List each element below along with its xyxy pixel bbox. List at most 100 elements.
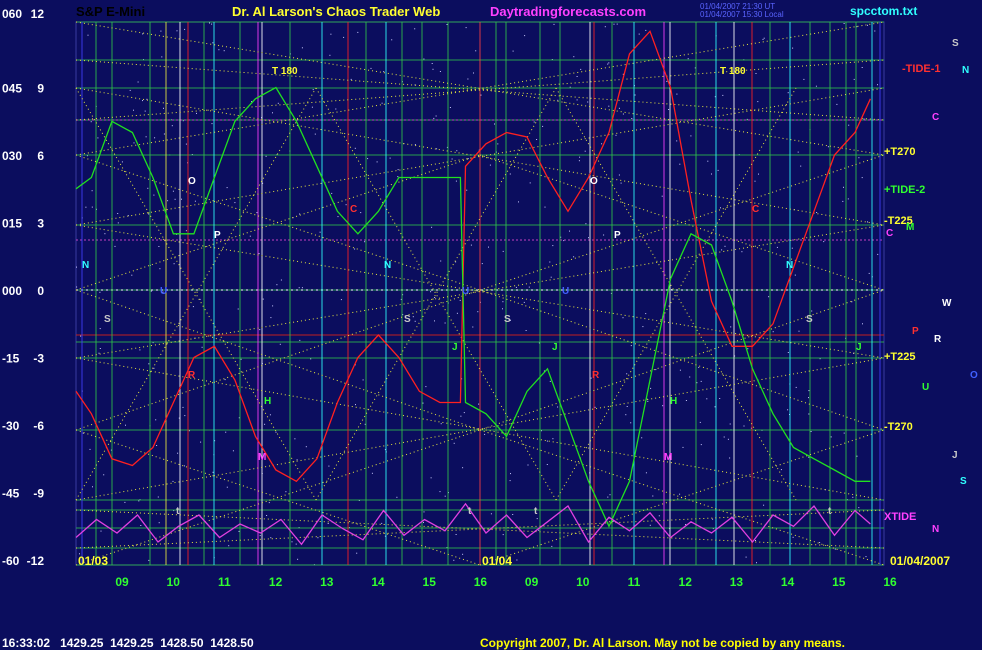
star-dot	[712, 518, 714, 520]
side-letter-marker: N	[962, 65, 969, 76]
star-dot	[238, 530, 240, 532]
star-dot	[631, 118, 633, 119]
chart-letter-marker: R	[592, 370, 600, 381]
star-dot	[279, 343, 281, 345]
star-dot	[687, 58, 689, 60]
star-dot	[662, 405, 664, 407]
star-dot	[87, 34, 89, 36]
star-dot	[192, 306, 194, 308]
star-dot	[159, 268, 161, 270]
star-dot	[272, 112, 273, 114]
star-dot	[524, 35, 526, 37]
star-dot	[634, 94, 636, 96]
star-dot	[741, 251, 743, 253]
star-dot	[362, 379, 364, 381]
side-letter-marker: R	[934, 334, 942, 345]
star-dot	[800, 165, 802, 167]
star-dot	[658, 515, 660, 517]
star-dot	[518, 201, 519, 203]
star-dot	[557, 406, 559, 408]
star-dot	[226, 187, 228, 189]
star-dot	[381, 102, 383, 104]
star-dot	[652, 495, 654, 497]
star-dot	[391, 39, 393, 41]
star-dot	[140, 525, 142, 526]
star-dot	[161, 56, 163, 58]
y-axis-left-label: 030	[2, 149, 22, 163]
star-dot	[142, 100, 143, 102]
local-time: 01/04/2007 15:30 Local	[700, 10, 784, 19]
star-dot	[240, 358, 242, 360]
star-dot	[509, 480, 511, 482]
star-dot	[608, 105, 610, 107]
star-dot	[613, 23, 615, 25]
star-dot	[280, 279, 282, 281]
side-letter-marker: P	[912, 326, 919, 337]
star-dot	[153, 367, 155, 369]
star-dot	[97, 137, 99, 139]
chart-letter-marker: J	[552, 342, 558, 353]
star-dot	[91, 206, 93, 208]
star-dot	[706, 398, 708, 400]
star-dot	[557, 99, 559, 101]
x-axis-hour-label: 10	[576, 575, 590, 589]
star-dot	[544, 206, 546, 208]
star-dot	[455, 534, 457, 535]
star-dot	[489, 164, 491, 166]
star-dot	[811, 310, 813, 312]
star-dot	[319, 231, 321, 233]
star-dot	[620, 182, 622, 184]
star-dot	[542, 125, 544, 127]
star-dot	[666, 80, 668, 82]
right-label-xtide: XTIDE	[884, 511, 916, 523]
star-dot	[795, 386, 797, 388]
star-dot	[256, 212, 258, 214]
star-dot	[576, 76, 578, 77]
star-dot	[861, 67, 863, 68]
star-dot	[196, 112, 197, 114]
star-dot	[607, 496, 609, 498]
star-dot	[357, 31, 359, 33]
y-axis-left-label: -30	[2, 419, 20, 433]
star-dot	[194, 200, 196, 202]
star-dot	[819, 542, 821, 543]
star-dot	[630, 422, 632, 424]
star-dot	[177, 452, 179, 454]
star-dot	[294, 438, 296, 440]
star-dot	[698, 366, 700, 368]
status-price-3: 1428.50	[160, 636, 204, 650]
star-dot	[711, 173, 712, 175]
star-dot	[223, 50, 225, 52]
star-dot	[475, 50, 477, 52]
star-dot	[797, 151, 799, 153]
star-dot	[867, 24, 868, 26]
star-dot	[569, 230, 570, 232]
star-dot	[459, 299, 461, 301]
star-dot	[787, 352, 789, 353]
star-dot	[808, 397, 809, 399]
star-dot	[529, 182, 531, 184]
star-dot	[200, 441, 202, 443]
chart-letter-marker: R	[188, 370, 196, 381]
y-axis-right-label: -6	[33, 419, 44, 433]
star-dot	[423, 511, 425, 513]
star-dot	[259, 535, 261, 537]
chart-letter-marker: H	[670, 396, 677, 407]
star-dot	[533, 121, 535, 123]
status-time: 16:33:02	[2, 636, 51, 650]
star-dot	[212, 42, 214, 44]
x-axis-hour-label: 12	[269, 575, 283, 589]
star-dot	[768, 296, 770, 298]
star-dot	[270, 317, 272, 319]
star-dot	[843, 432, 845, 434]
star-dot	[328, 465, 330, 467]
chart-main-title: Dr. Al Larson's Chaos Trader Web	[232, 4, 441, 19]
star-dot	[211, 123, 213, 125]
star-dot	[305, 446, 307, 448]
right-label-tide2: +TIDE-2	[884, 184, 925, 196]
star-dot	[225, 431, 227, 433]
site-name: Daytradingforecasts.com	[490, 4, 647, 19]
star-dot	[430, 477, 432, 479]
star-dot	[310, 358, 312, 360]
y-axis-right-label: -12	[27, 554, 45, 568]
